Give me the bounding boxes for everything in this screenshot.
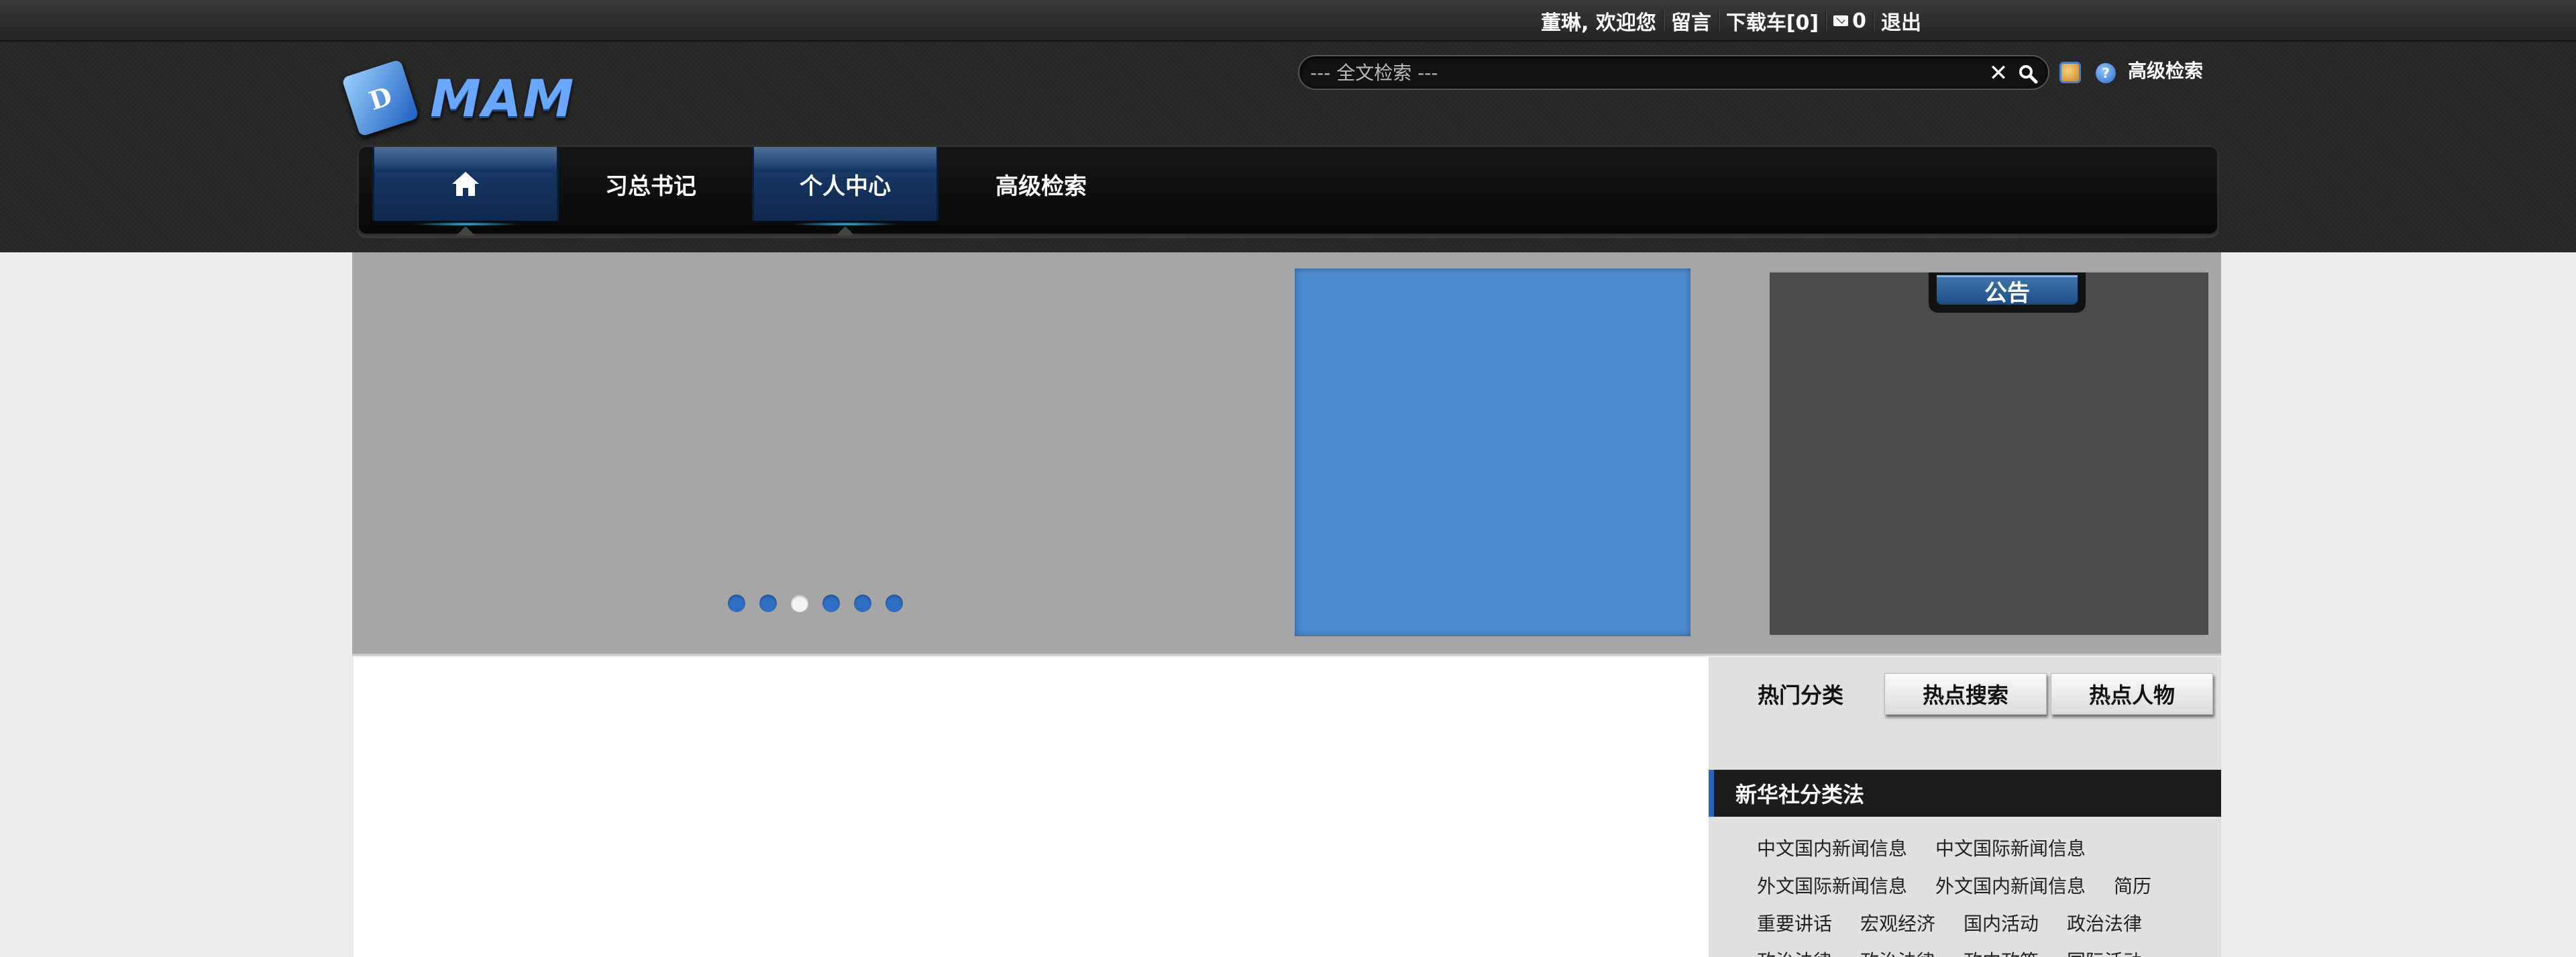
tab-hot-people[interactable]: 热点人物 [2051, 673, 2213, 715]
category-link[interactable]: 外文国内新闻信息 [1935, 868, 2086, 905]
slider-dot[interactable] [822, 595, 840, 612]
sidebar: 热门分类 热点搜索 热点人物 新华社分类法 中文国内新闻信息 中文国际新闻信息 … [1709, 657, 2221, 957]
category-link[interactable]: 中文国内新闻信息 [1757, 830, 1907, 868]
download-cart-link[interactable]: 下载车[0] [1719, 6, 1825, 36]
help-icon[interactable]: ? [2096, 63, 2116, 83]
logout-link[interactable]: 退出 [1874, 6, 1928, 36]
slider-dot[interactable] [759, 595, 777, 612]
main-content [354, 657, 1709, 957]
advanced-search-link[interactable]: 高级检索 [2128, 56, 2203, 83]
search-icon[interactable] [2017, 63, 2039, 85]
category-link[interactable]: 外文国际新闻信息 [1757, 868, 1907, 905]
logo-cube-icon: D [341, 59, 419, 137]
mail-count: 0 [1852, 9, 1867, 33]
message-link[interactable]: 留言 [1664, 6, 1718, 36]
logo-text: MAM [430, 68, 576, 128]
mail-icon [1833, 15, 1849, 26]
category-link[interactable]: 政治法律 [1757, 943, 1832, 957]
category-link[interactable]: 中文国际新闻信息 [1935, 830, 2086, 868]
header: D MAM ✕ ? 高级检索 习总书记 个人中心 高级检索 [0, 42, 2576, 252]
search-input[interactable] [1309, 59, 1980, 86]
category-link[interactable]: 政内政策 [1964, 943, 2039, 957]
banner-slider: 公告 [352, 252, 2221, 656]
category-list: 中文国内新闻信息 中文国际新闻信息 外文国际新闻信息 外文国内新闻信息 简历 重… [1757, 830, 2213, 957]
slider-dot[interactable] [854, 595, 871, 612]
tab-hot-searches[interactable]: 热点搜索 [1884, 673, 2047, 715]
logo[interactable]: D MAM [341, 55, 576, 142]
category-section-title: 新华社分类法 [1709, 770, 2221, 817]
top-user-bar: 董琳, 欢迎您 留言 下载车[0] 0 退出 [0, 0, 2576, 42]
toolbox-icon[interactable] [2059, 62, 2081, 83]
clear-icon[interactable]: ✕ [1987, 62, 2010, 85]
category-link[interactable]: 政治法律 [1860, 943, 1935, 957]
category-link[interactable]: 重要讲话 [1757, 905, 1832, 943]
tab-hot-categories[interactable]: 热门分类 [1730, 673, 1871, 715]
user-links: 董琳, 欢迎您 留言 下载车[0] 0 退出 [1534, 0, 1928, 42]
search-box: ✕ [1298, 55, 2049, 90]
category-link[interactable]: 政治法律 [2067, 905, 2142, 943]
category-link[interactable]: 简历 [2114, 868, 2151, 905]
slider-dot[interactable] [728, 595, 745, 612]
main-nav: 习总书记 个人中心 高级检索 [357, 145, 2219, 236]
slider-dot[interactable] [885, 595, 903, 612]
nav-glow [792, 222, 899, 226]
nav-personal-center[interactable]: 个人中心 [752, 147, 938, 236]
notice-title: 公告 [1937, 275, 2078, 307]
slider-dot-active[interactable] [791, 595, 808, 612]
nav-advanced-search[interactable]: 高级检索 [944, 147, 1138, 221]
feature-image-box[interactable] [1295, 268, 1690, 636]
category-link[interactable]: 宏观经济 [1860, 905, 1935, 943]
mail-link[interactable]: 0 [1827, 9, 1873, 33]
slider-dots [728, 595, 903, 612]
home-icon [452, 172, 479, 196]
welcome-text: 董琳, 欢迎您 [1541, 11, 1656, 35]
nav-glow [413, 222, 520, 226]
notice-tab: 公告 [1929, 272, 2086, 313]
logo-mark: D [365, 80, 396, 116]
category-link[interactable]: 国际活动 [2067, 943, 2142, 957]
nav-xi-notes[interactable]: 习总书记 [560, 147, 741, 221]
category-link[interactable]: 国内活动 [1964, 905, 2039, 943]
nav-home[interactable] [372, 147, 559, 236]
notice-panel: 公告 [1770, 272, 2208, 635]
